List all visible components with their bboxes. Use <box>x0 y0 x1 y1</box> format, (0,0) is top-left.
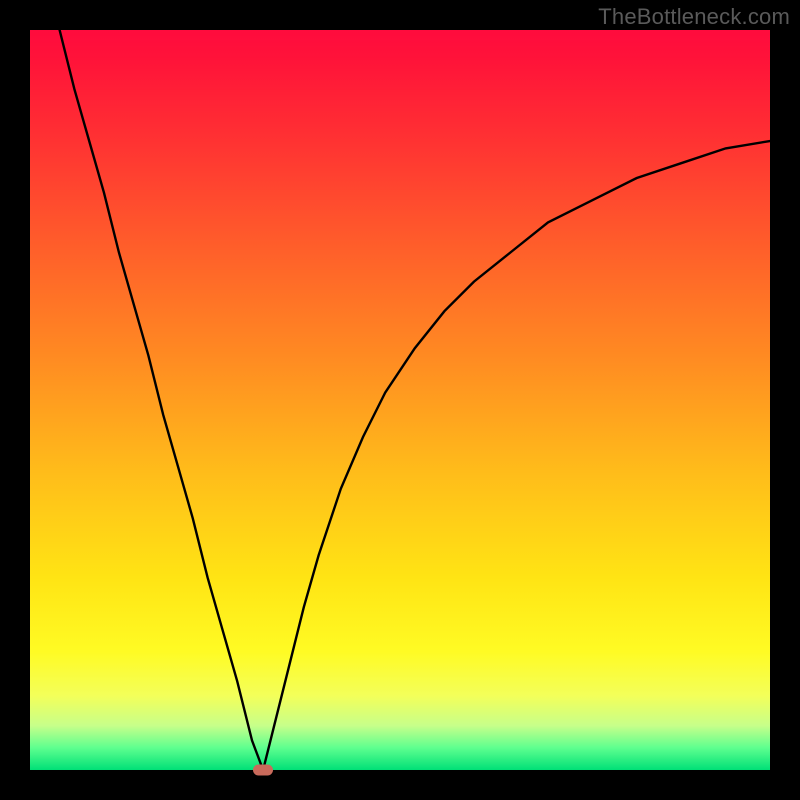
plot-area <box>30 30 770 770</box>
chart-frame: TheBottleneck.com <box>0 0 800 800</box>
bottleneck-curve <box>30 30 770 770</box>
minimum-marker <box>253 765 273 776</box>
attribution-label: TheBottleneck.com <box>598 4 790 30</box>
